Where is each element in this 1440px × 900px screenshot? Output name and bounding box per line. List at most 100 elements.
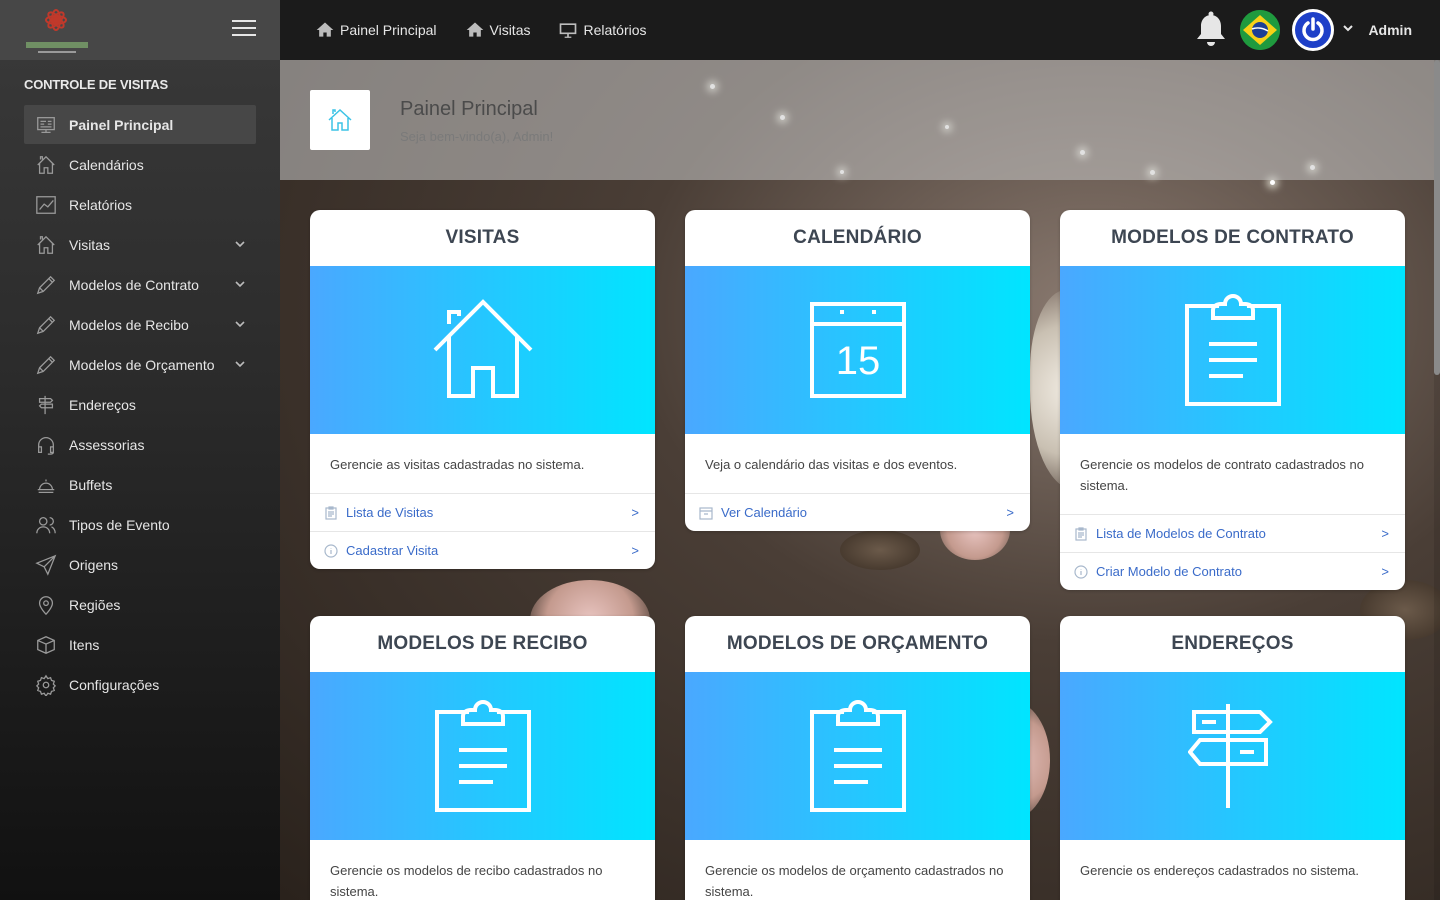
card-hero [1060, 266, 1405, 434]
link-ver-calendario[interactable]: Ver Calendário > [685, 493, 1030, 531]
sidebar-item-relatorios[interactable]: Relatórios [24, 185, 256, 225]
info-icon [1074, 564, 1088, 579]
sidebar-item-label: Painel Principal [69, 116, 174, 133]
logo[interactable] [22, 2, 92, 58]
pencil-icon [34, 353, 58, 377]
card-title: MODELOS DE RECIBO [377, 633, 588, 654]
card-title: MODELOS DE CONTRATO [1111, 227, 1354, 248]
link-lista-de-modelos-de-contrato[interactable]: Lista de Modelos de Contrato > [1060, 514, 1405, 552]
card-hero [310, 266, 655, 434]
house-icon [433, 299, 532, 398]
link-label: Lista de Visitas [346, 505, 434, 520]
sidebar-item-calendarios[interactable]: Calendários [24, 145, 256, 185]
card-visitas: VISITAS Gerencie as visitas cadastradas … [310, 210, 655, 569]
sidebar-item-label: Modelos de Orçamento [69, 357, 215, 373]
link-label: Criar Modelo de Contrato [1096, 564, 1242, 579]
card-modelos-de-orcamento: MODELOS DE ORÇAMENTO Gerencie os modelos… [685, 616, 1030, 900]
chevron-right-icon: > [631, 543, 639, 558]
card-links: Ver Calendário > [685, 493, 1030, 531]
home-icon [328, 108, 352, 131]
sidebar: CONTROLE DE VISITAS Painel Principal Cal… [0, 0, 280, 900]
sidebar-item-label: Calendários [69, 157, 144, 173]
card-title: ENDEREÇOS [1171, 633, 1294, 654]
sidebar-item-configuracoes[interactable]: Configurações [24, 665, 256, 705]
sidebar-item-assessorias[interactable]: Assessorias [24, 425, 256, 465]
signpost-icon [34, 393, 58, 417]
home-icon [34, 233, 58, 257]
sidebar-item-label: Configurações [69, 677, 160, 693]
sidebar-item-label: Modelos de Recibo [69, 317, 189, 333]
sidebar-item-origens[interactable]: Origens [24, 545, 256, 585]
main-content: Painel Principal Seja bem-vindo(a), Admi… [280, 60, 1440, 900]
sidebar-item-modelos-de-contrato[interactable]: Modelos de Contrato [24, 265, 256, 305]
nav-painel-principal[interactable]: Painel Principal [315, 20, 437, 40]
sidebar-item-visitas[interactable]: Visitas [24, 225, 256, 265]
calendar-small-icon [699, 506, 713, 520]
sidebar-item-label: Regiões [69, 597, 121, 613]
home-icon [466, 22, 483, 37]
topbar-right: Admin [1194, 0, 1412, 60]
sidebar-item-label: Origens [69, 557, 119, 573]
sidebar-heading: CONTROLE DE VISITAS [24, 77, 169, 92]
box-icon [34, 633, 58, 657]
chevron-down-icon[interactable] [234, 237, 246, 249]
headset-icon [34, 433, 58, 457]
sidebar-item-painel-principal[interactable]: Painel Principal [24, 105, 256, 144]
card-description: Gerencie as visitas cadastradas no siste… [330, 457, 585, 472]
clipboard-icon [1074, 526, 1088, 541]
nav-label: Painel Principal [340, 22, 437, 38]
power-button[interactable] [1292, 9, 1335, 51]
card-description: Gerencie os modelos de contrato cadastra… [1080, 457, 1365, 493]
calendar-icon: 15 [809, 302, 906, 398]
send-icon [34, 553, 58, 577]
link-cadastrar-visita[interactable]: Cadastrar Visita > [310, 531, 655, 569]
sidebar-item-itens[interactable]: Itens [24, 625, 256, 665]
sidebar-item-enderecos[interactable]: Endereços [24, 385, 256, 425]
nav-relatorios[interactable]: Relatórios [558, 20, 647, 40]
card-title: VISITAS [445, 227, 520, 248]
link-label: Ver Calendário [721, 505, 807, 520]
sidebar-item-label: Itens [69, 637, 100, 653]
home-icon [316, 22, 334, 37]
page-title: Painel Principal [400, 98, 538, 120]
pencil-icon [34, 273, 58, 297]
chevron-right-icon: > [1381, 564, 1389, 579]
home-icon [34, 153, 58, 177]
card-modelos-de-contrato: MODELOS DE CONTRATO Gerencie os modelos … [1060, 210, 1405, 590]
sidebar-menu: Painel Principal Calendários Relatórios … [0, 105, 280, 705]
top-nav: Painel Principal Visitas Relatórios [315, 0, 675, 60]
menu-toggle-button[interactable] [232, 20, 256, 38]
sidebar-item-modelos-de-recibo[interactable]: Modelos de Recibo [24, 305, 256, 345]
sidebar-item-regioes[interactable]: Regiões [24, 585, 256, 625]
link-criar-modelo-de-contrato[interactable]: Criar Modelo de Contrato > [1060, 552, 1405, 590]
power-icon [1302, 17, 1325, 42]
chevron-down-icon[interactable] [234, 357, 246, 369]
signpost-icon [1187, 704, 1273, 808]
sidebar-item-modelos-de-orcamento[interactable]: Modelos de Orçamento [24, 345, 256, 385]
link-lista-de-visitas[interactable]: Lista de Visitas > [310, 493, 655, 531]
clipboard-icon [434, 700, 531, 812]
topbar: Painel Principal Visitas Relatórios Admi… [280, 0, 1440, 60]
nav-label: Relatórios [583, 22, 647, 38]
chevron-down-icon[interactable] [234, 277, 246, 289]
page-header: Painel Principal Seja bem-vindo(a), Admi… [280, 60, 1440, 180]
scrollbar-thumb[interactable] [1434, 60, 1440, 375]
chevron-right-icon: > [1381, 526, 1389, 541]
bell-icon[interactable] [1194, 11, 1228, 49]
card-calendario: CALENDÁRIO 15 Veja o calendário das visi… [685, 210, 1030, 531]
link-label: Cadastrar Visita [346, 543, 439, 558]
card-hero [1060, 672, 1405, 840]
sidebar-item-buffets[interactable]: Buffets [24, 465, 256, 505]
monitor-icon [560, 23, 577, 38]
chevron-down-icon[interactable] [234, 317, 246, 329]
brazil-flag-icon[interactable] [1240, 10, 1281, 50]
sidebar-item-tipos-de-evento[interactable]: Tipos de Evento [24, 505, 256, 545]
chevron-down-icon[interactable] [1342, 22, 1354, 34]
card-description: Gerencie os modelos de recibo cadastrado… [330, 863, 603, 899]
user-name[interactable]: Admin [1368, 22, 1412, 38]
chart-icon [34, 193, 58, 217]
sidebar-item-label: Visitas [69, 237, 110, 253]
nav-visitas[interactable]: Visitas [465, 20, 530, 40]
sidebar-item-label: Modelos de Contrato [69, 277, 199, 293]
card-description: Gerencie os endereços cadastrados no sis… [1080, 863, 1359, 878]
